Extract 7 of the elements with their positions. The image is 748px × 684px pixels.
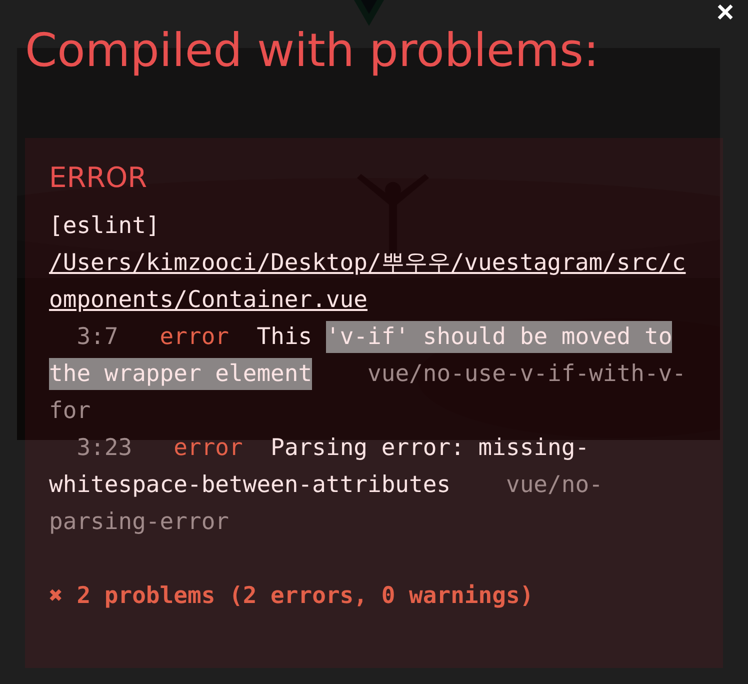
problem-summary: ✖ 2 problems (2 errors, 0 warnings) bbox=[49, 582, 535, 611]
file-path-link[interactable]: /Users/kimzooci/Desktop/뿌우우/vuestagram/src/components/Container.vue bbox=[49, 245, 694, 319]
error-heading: ERROR bbox=[49, 160, 148, 196]
problem-line: 3:23 error Parsing error: missing-whitespace-between-attributes vue/no-parsing-error bbox=[49, 434, 604, 537]
overlay-title: Compiled with problems: bbox=[25, 22, 600, 79]
error-source: [eslint] bbox=[49, 212, 161, 241]
close-button[interactable]: × bbox=[712, 0, 738, 28]
